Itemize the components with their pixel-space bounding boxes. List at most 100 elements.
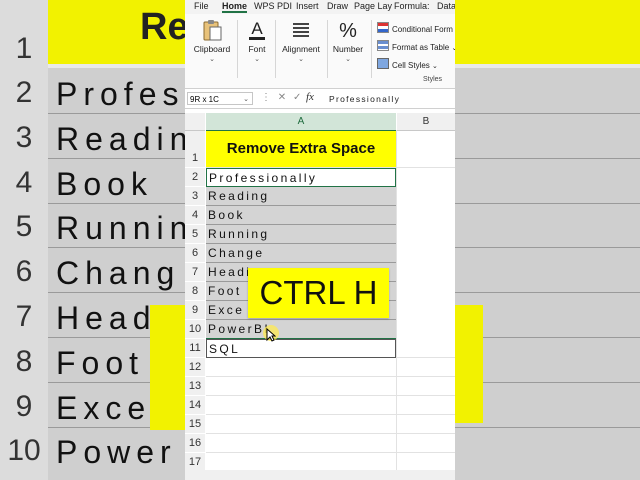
row-header[interactable]: 8 [185,282,205,300]
bg-yellow-overlay-left [150,305,190,430]
row-header[interactable]: 3 [185,187,205,205]
row-header[interactable]: 15 [185,415,205,433]
bg-row-number: 3 [15,121,33,154]
row-header[interactable]: 17 [185,453,205,471]
menu-home[interactable]: Home [222,1,248,13]
formula-bar-icons: ⋮ ✕ ✓ [261,92,301,103]
row-header[interactable]: 13 [185,377,205,395]
bg-row-headers: 1 2 3 4 5 6 7 8 9 10 [0,0,48,480]
cell-a11[interactable]: SQL [206,339,396,358]
conditional-format-icon [377,22,389,33]
row-header[interactable]: 10 [185,320,205,338]
font-label: Font [248,44,266,54]
alignment-group[interactable]: Alignment ⌄ [279,18,323,63]
mouse-pointer-icon [266,328,276,342]
menu-file[interactable]: File [194,1,209,11]
menu-bar: File Home WPS PDI Insert Draw Page Lay F… [185,0,455,14]
bg-row-number: 4 [15,166,33,199]
chevron-down-icon[interactable]: ⌄ [243,93,249,106]
percent-icon: % [339,20,357,42]
bg-yellow-overlay-right [455,305,483,423]
row-header[interactable]: 1 [185,131,205,167]
chevron-down-icon: ⌄ [345,56,351,63]
name-box-value: 9R x 1C [190,95,219,104]
ribbon-separator [371,20,372,78]
bg-cell-text: Power [56,434,177,470]
insert-function-icon[interactable]: fx [306,91,314,103]
clipboard-group[interactable]: Clipboard ⌄ [193,18,231,63]
bg-row-number: 9 [15,390,33,423]
row-gridline [206,376,455,377]
svg-text:A: A [251,19,263,38]
cell-styles-button[interactable]: Cell Styles ⌄ [377,58,438,70]
bg-row-number: 8 [15,345,33,378]
cell-styles-icon [377,58,389,69]
table-icon [377,40,389,51]
number-group[interactable]: % Number ⌄ [331,18,365,63]
alignment-label: Alignment [282,44,320,54]
row-header[interactable]: 2 [185,168,205,186]
bg-cell-text: Foot [56,345,145,381]
more-icon[interactable]: ⋮ [261,92,271,103]
bg-row-number: 1 [15,32,33,65]
enter-icon[interactable]: ✓ [293,92,301,103]
cell-a4[interactable]: Book [206,206,396,225]
cell-a6[interactable]: Change [206,244,396,263]
ribbon-separator [275,20,276,78]
menu-wps-pdf[interactable]: WPS PDI [254,1,292,11]
chevron-down-icon: ⌄ [451,45,455,52]
shortcut-overlay: CTRL H [248,268,389,318]
number-label: Number [332,44,364,54]
bg-cell-text: Profes [56,76,185,112]
row-header[interactable]: 12 [185,358,205,376]
menu-draw[interactable]: Draw [327,1,348,11]
row-gridline [206,452,455,453]
font-icon: A [249,19,265,40]
title-cell-a1[interactable]: Remove Extra Space [206,131,396,167]
format-as-table-label: Format as Table [392,43,450,52]
bg-row-number: 5 [15,210,33,243]
menu-insert[interactable]: Insert [296,1,319,11]
formula-input[interactable]: Professionally [329,94,400,104]
row-header[interactable]: 14 [185,396,205,414]
excel-window: File Home WPS PDI Insert Draw Page Lay F… [185,0,455,480]
sheet-tabs-bar[interactable] [185,470,455,480]
row-gridline [206,414,455,415]
row-header[interactable]: 11 [185,339,205,357]
clipboard-icon [203,20,222,41]
styles-group-label: Styles [423,76,443,83]
column-header-a[interactable]: A [206,113,396,132]
ribbon-home: Clipboard ⌄ A Font ⌄ Alignment ⌄ % Numbe… [185,14,455,89]
bg-row-number: 10 [7,434,41,467]
name-box[interactable]: 9R x 1C ⌄ [187,92,253,105]
cell-a2-active[interactable]: Professionally [206,168,396,187]
font-group[interactable]: A Font ⌄ [243,18,271,63]
conditional-formatting-button[interactable]: Conditional Form [377,22,453,34]
cell-styles-label: Cell Styles [392,61,430,70]
formula-bar: 9R x 1C ⌄ ⋮ ✕ ✓ fx Professionally [185,90,455,109]
row-header[interactable]: 4 [185,206,205,224]
cancel-icon[interactable]: ✕ [278,92,286,103]
row-header[interactable]: 9 [185,301,205,319]
row-header[interactable]: 5 [185,225,205,243]
row-header[interactable]: 6 [185,244,205,262]
row-header[interactable]: 7 [185,263,205,281]
bg-cell-text: Readin [56,121,194,157]
menu-page-layout[interactable]: Page Lay [354,1,392,11]
cell-a3[interactable]: Reading [206,187,396,206]
row-header[interactable]: 16 [185,434,205,452]
select-all-corner[interactable] [185,113,205,131]
bg-cell-text: Runnin [56,210,194,246]
menu-formulas[interactable]: Formula: [394,1,430,11]
format-as-table-button[interactable]: Format as Table ⌄ [377,40,455,52]
chevron-down-icon: ⌄ [432,63,438,70]
column-gridline [396,130,397,480]
cell-a10[interactable]: PowerBI [206,320,396,339]
bg-cell-text: Exce [56,390,152,426]
column-header-b[interactable]: B [397,113,455,131]
cell-a5[interactable]: Running [206,225,396,244]
bg-cell-text: Chang [56,255,181,291]
menu-data[interactable]: Data [437,1,455,11]
ribbon-separator [237,20,238,78]
bg-cell-text: Book [56,166,153,202]
